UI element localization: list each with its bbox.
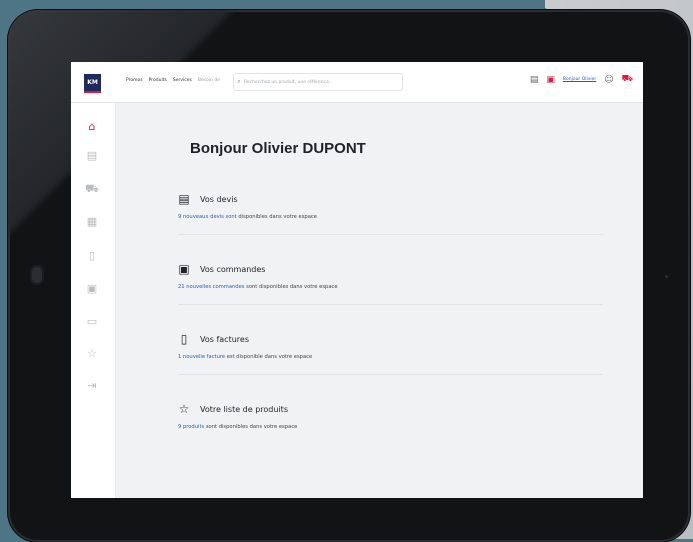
home-icon[interactable]: ⌂ bbox=[85, 120, 99, 134]
section-factures: ▯ Vos factures 1 nouvelle facture est di… bbox=[178, 330, 603, 360]
search-placeholder: Recherchez un produit, une référence... bbox=[244, 79, 334, 85]
section-summary: 21 nouvelles commandes sont disponibles … bbox=[178, 284, 603, 290]
section-liste-produits: ☆ Votre liste de produits 9 produits son… bbox=[178, 400, 603, 430]
section-link[interactable]: 9 nouveaux devis sont bbox=[178, 214, 237, 220]
divider bbox=[178, 374, 603, 375]
invoice-icon[interactable]: ▯ bbox=[85, 249, 99, 263]
nav-services[interactable]: Services bbox=[173, 78, 192, 83]
top-bar: KM Promos Produits Services Besoin de ⌕ … bbox=[71, 62, 643, 103]
brand-logo[interactable]: KM bbox=[84, 74, 101, 93]
document-icon[interactable]: ▭ bbox=[85, 315, 99, 329]
account-card-icon[interactable]: ▣ bbox=[546, 75, 555, 85]
catalog-icon[interactable]: ▤ bbox=[530, 75, 539, 85]
nav-produits[interactable]: Produits bbox=[149, 78, 167, 83]
nav-besoin[interactable]: Besoin de bbox=[198, 78, 220, 83]
logout-icon[interactable]: ⇥ bbox=[85, 379, 99, 393]
section-text: est disponible dans votre espace bbox=[225, 354, 313, 360]
section-text: sont disponibles dans votre espace bbox=[204, 424, 298, 430]
tablet-frame: KM Promos Produits Services Besoin de ⌕ … bbox=[8, 10, 690, 542]
section-summary: 9 nouveaux devis sont disponibles dans v… bbox=[178, 214, 603, 220]
section-title[interactable]: Vos commandes bbox=[200, 265, 265, 274]
sensor-dot bbox=[665, 275, 668, 278]
invoice-icon: ▯ bbox=[180, 332, 188, 346]
truck-icon[interactable]: ⛟ bbox=[85, 182, 99, 196]
section-link[interactable]: 9 produits bbox=[178, 424, 204, 430]
camera-icon bbox=[30, 265, 44, 285]
app-screen: KM Promos Produits Services Besoin de ⌕ … bbox=[71, 62, 643, 498]
box-icon[interactable]: ▣ bbox=[85, 282, 99, 296]
search-icon: ⌕ bbox=[237, 78, 241, 85]
box-icon: ▣ bbox=[178, 262, 190, 276]
cart-icon[interactable]: ⛟ bbox=[622, 74, 633, 85]
section-title[interactable]: Vos factures bbox=[200, 335, 249, 344]
page-title: Bonjour Olivier DUPONT bbox=[190, 140, 366, 157]
section-title[interactable]: Votre liste de produits bbox=[200, 405, 288, 414]
user-icon[interactable]: ☺ bbox=[604, 75, 613, 85]
section-title[interactable]: Vos devis bbox=[200, 195, 238, 204]
star-icon[interactable]: ☆ bbox=[85, 347, 99, 361]
grid-icon[interactable]: ▦ bbox=[85, 215, 99, 229]
search-input[interactable]: ⌕ Recherchez un produit, une référence..… bbox=[233, 73, 403, 91]
section-summary: 1 nouvelle facture est disponible dans v… bbox=[178, 354, 603, 360]
section-text: disponibles dans votre espace bbox=[236, 214, 317, 220]
section-link[interactable]: 21 nouvelles commandes bbox=[178, 284, 244, 290]
header-actions: ▤ ▣ Bonjour Olivier ☺ ⛟ bbox=[530, 74, 633, 85]
account-link[interactable]: Bonjour Olivier bbox=[563, 77, 596, 82]
section-link[interactable]: 1 nouvelle facture bbox=[178, 354, 225, 360]
section-devis: ▤ Vos devis 9 nouveaux devis sont dispon… bbox=[178, 190, 603, 220]
main-nav: Promos Produits Services Besoin de bbox=[126, 78, 220, 83]
divider bbox=[178, 234, 603, 235]
quote-icon: ▤ bbox=[178, 192, 190, 206]
star-icon: ☆ bbox=[178, 402, 190, 416]
nav-promos[interactable]: Promos bbox=[126, 78, 143, 83]
quote-icon[interactable]: ▤ bbox=[85, 149, 99, 163]
section-commandes: ▣ Vos commandes 21 nouvelles commandes s… bbox=[178, 260, 603, 290]
section-text: sont disponibles dans votre espace bbox=[244, 284, 338, 290]
sidebar: ⌂ ▤ ⛟ ▦ ▯ ▣ ▭ ☆ ⇥ bbox=[71, 103, 116, 498]
section-summary: 9 produits sont disponibles dans votre e… bbox=[178, 424, 603, 430]
divider bbox=[178, 304, 603, 305]
